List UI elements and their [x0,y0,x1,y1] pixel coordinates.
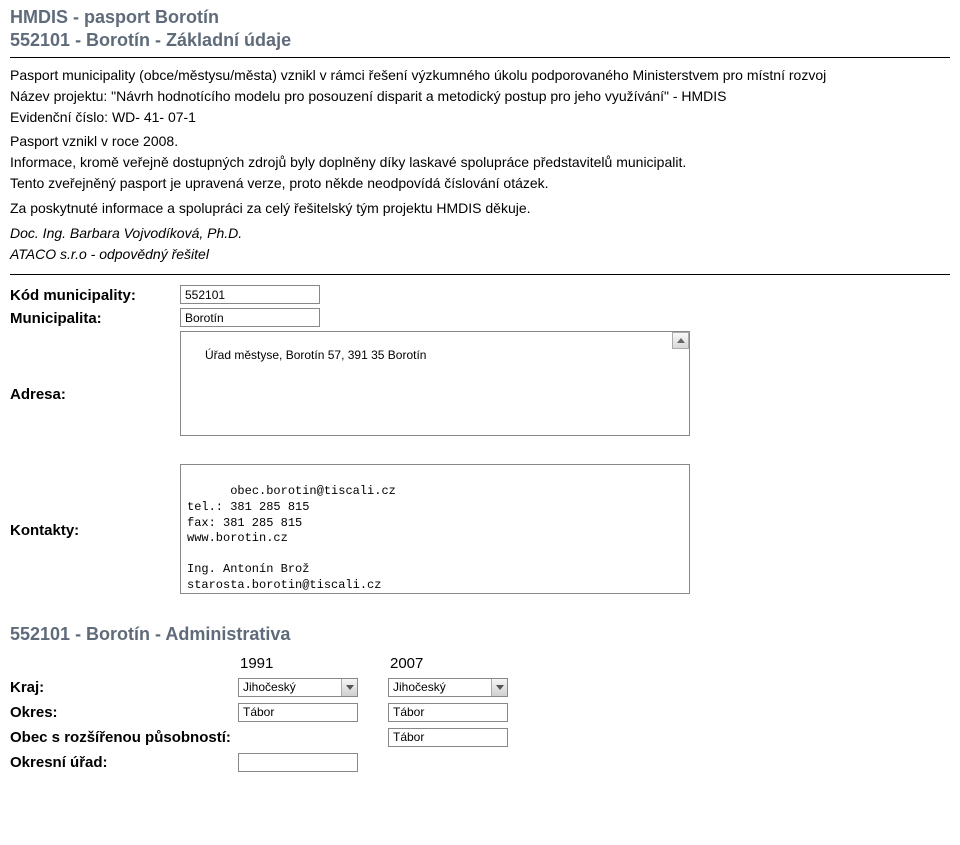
intro-block: Pasport municipality (obce/městysu/města… [10,66,950,264]
scroll-up-button[interactable] [672,332,689,349]
intro-author: Doc. Ing. Barbara Vojvodíková, Ph.D. [10,224,950,243]
year-1991-header: 1991 [238,655,388,672]
adresa-label: Adresa: [10,331,180,403]
orp-label: Obec s rozšířenou působností: [10,729,238,746]
intro-line: Pasport municipality (obce/městysu/města… [10,66,950,85]
intro-author: ATACO s.r.o - odpovědný řešitel [10,245,950,264]
page-subtitle: 552101 - Borotín - Základní údaje [10,29,950,52]
okres-label: Okres: [10,704,238,721]
okresni-urad-label: Okresní úřad: [10,754,238,771]
kod-municipality-label: Kód municipality: [10,285,180,304]
admin-section-title: 552101 - Borotín - Administrativa [10,624,950,645]
kontakty-value: obec.borotin@tiscali.cz tel.: 381 285 81… [187,484,396,592]
kraj-2007-select[interactable]: Jihočeský [388,678,508,697]
page-title: HMDIS - pasport Borotín [10,6,950,29]
intro-line: Tento zveřejněný pasport je upravená ver… [10,174,950,193]
kod-municipality-input[interactable]: 552101 [180,285,320,304]
kraj-label: Kraj: [10,679,238,696]
year-2007-header: 2007 [388,655,538,672]
intro-line: Pasport vznikl v roce 2008. [10,132,950,151]
kontakty-textarea[interactable]: obec.borotin@tiscali.cz tel.: 381 285 81… [180,464,690,594]
intro-line: Informace, kromě veřejně dostupných zdro… [10,153,950,172]
adresa-textarea[interactable]: Úřad městyse, Borotín 57, 391 35 Borotín [180,331,690,436]
divider [10,57,950,58]
chevron-down-icon[interactable] [341,679,357,696]
intro-line: Název projektu: "Návrh hodnotícího model… [10,87,950,106]
intro-line: Za poskytnuté informace a spolupráci za … [10,199,950,218]
okres-2007-input[interactable]: Tábor [388,703,508,722]
kraj-2007-value: Jihočeský [393,680,446,694]
okresni-urad-1991-input[interactable] [238,753,358,772]
adresa-value: Úřad městyse, Borotín 57, 391 35 Borotín [205,348,426,362]
municipalita-input[interactable]: Borotín [180,308,320,327]
kraj-1991-value: Jihočeský [243,680,296,694]
kraj-1991-select[interactable]: Jihočeský [238,678,358,697]
kontakty-label: Kontakty: [10,464,180,539]
chevron-down-icon[interactable] [491,679,507,696]
intro-line: Evidenční číslo: WD- 41- 07-1 [10,108,950,127]
divider [10,274,950,275]
orp-2007-input[interactable]: Tábor [388,728,508,747]
okres-1991-input[interactable]: Tábor [238,703,358,722]
municipalita-label: Municipalita: [10,308,180,327]
